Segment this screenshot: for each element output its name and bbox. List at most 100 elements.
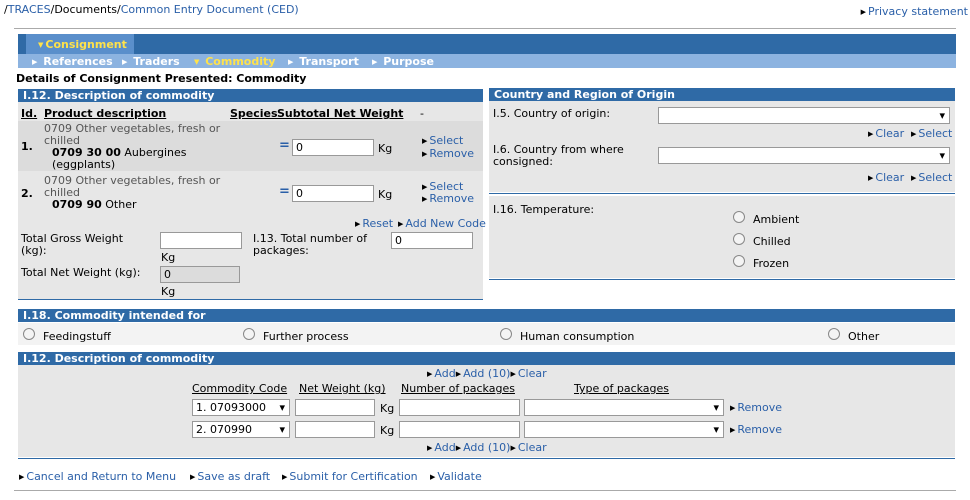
radio-chilled[interactable] bbox=[733, 233, 745, 245]
add-link[interactable]: Add bbox=[434, 441, 455, 454]
select-label[interactable]: Select bbox=[429, 134, 463, 147]
nav-sub-bar: ▶ References ▶ Traders ▼ Commodity ▶ Tra… bbox=[18, 54, 956, 68]
net-weight-label: Total Net Weight (kg): bbox=[21, 266, 141, 279]
select-link[interactable]: ▶ Select bbox=[911, 127, 952, 140]
type-of-packages-select[interactable] bbox=[524, 421, 724, 438]
number-of-packages-input[interactable] bbox=[399, 421, 520, 438]
row-number: 2. bbox=[21, 187, 33, 200]
arrow-down-icon: ▼ bbox=[38, 41, 44, 49]
net-weight-input[interactable] bbox=[295, 399, 375, 416]
tab-label: Purpose bbox=[383, 55, 434, 68]
arrow-right-icon: ▶ bbox=[422, 183, 428, 191]
unit-label: Kg bbox=[161, 251, 176, 264]
remove-link[interactable]: ▶ Remove bbox=[730, 401, 782, 414]
commodity-code-select[interactable]: 2. 070990 bbox=[192, 421, 290, 438]
origin-header: Country and Region of Origin bbox=[489, 88, 955, 101]
remove-link[interactable]: ▶ Remove bbox=[730, 423, 782, 436]
select-label[interactable]: Select bbox=[918, 127, 952, 140]
radio-further-process[interactable] bbox=[243, 328, 255, 340]
divider bbox=[18, 299, 483, 300]
remove-link[interactable]: ▶ Remove bbox=[422, 147, 474, 160]
clear-link[interactable]: ▶ Clear bbox=[868, 127, 904, 140]
gross-weight-input[interactable] bbox=[160, 232, 242, 249]
tab-purpose[interactable]: ▶ Purpose bbox=[372, 55, 434, 68]
clear-link[interactable]: ▶ Clear bbox=[868, 171, 904, 184]
arrow-right-icon: ▶ bbox=[190, 473, 196, 481]
tab-consignment[interactable]: ▼ Consignment bbox=[26, 34, 134, 54]
equals-icon: = bbox=[279, 138, 290, 153]
divider bbox=[14, 490, 956, 491]
col-product-description[interactable]: Product description bbox=[44, 107, 166, 120]
net-weight-field: 0 bbox=[160, 266, 240, 283]
arrow-right-icon: ▶ bbox=[32, 58, 38, 66]
arrow-right-icon: ▶ bbox=[868, 174, 874, 182]
col-net-weight: Net Weight (kg) bbox=[299, 382, 386, 395]
cancel-return-label[interactable]: Cancel and Return to Menu bbox=[26, 470, 176, 483]
add-new-code-link[interactable]: ▶ Add New Code bbox=[398, 217, 486, 230]
radio-other[interactable] bbox=[828, 328, 840, 340]
remove-label[interactable]: Remove bbox=[429, 192, 474, 205]
tab-traders[interactable]: ▶ Traders bbox=[122, 55, 180, 68]
save-draft-label[interactable]: Save as draft bbox=[197, 470, 270, 483]
radio-ambient[interactable] bbox=[733, 211, 745, 223]
clear-link[interactable]: Clear bbox=[518, 367, 547, 380]
col-species[interactable]: Species bbox=[230, 107, 278, 120]
tab-consignment-label: Consignment bbox=[45, 38, 127, 51]
breadcrumb-ced-link[interactable]: Common Entry Document (CED) bbox=[121, 3, 299, 16]
select-link[interactable]: ▶ Select bbox=[422, 134, 463, 147]
number-of-packages-input[interactable] bbox=[399, 399, 520, 416]
radio-label: Other bbox=[848, 330, 880, 343]
select-link[interactable]: ▶ Select bbox=[911, 171, 952, 184]
remove-link[interactable]: ▶ Remove bbox=[422, 192, 474, 205]
remove-label[interactable]: Remove bbox=[737, 423, 782, 436]
submit-certification-label[interactable]: Submit for Certification bbox=[289, 470, 417, 483]
save-draft-link[interactable]: ▶ Save as draft bbox=[190, 470, 270, 483]
validate-link[interactable]: ▶ Validate bbox=[430, 470, 482, 483]
breadcrumb-traces-link[interactable]: TRACES bbox=[8, 3, 51, 16]
submit-certification-link[interactable]: ▶ Submit for Certification bbox=[282, 470, 418, 483]
cancel-return-link[interactable]: ▶ Cancel and Return to Menu bbox=[19, 470, 176, 483]
privacy-statement-link[interactable]: ▶ Privacy statement bbox=[861, 5, 968, 18]
tab-commodity[interactable]: ▼ Commodity bbox=[194, 55, 275, 68]
country-consigned-select[interactable] bbox=[658, 147, 950, 164]
unit-label: Kg bbox=[380, 402, 395, 415]
col-number-of-packages: Number of packages bbox=[401, 382, 515, 395]
col-subtotal-net-weight[interactable]: Subtotal Net Weight bbox=[277, 107, 403, 120]
select-label[interactable]: Select bbox=[918, 171, 952, 184]
arrow-right-icon: ▶ bbox=[355, 220, 361, 228]
reset-link[interactable]: ▶ Reset bbox=[355, 217, 393, 230]
add-new-code-label[interactable]: Add New Code bbox=[405, 217, 485, 230]
country-consigned-label: I.6. Country from where consigned: bbox=[493, 143, 624, 168]
gross-weight-label: Total Gross Weight (kg): bbox=[21, 232, 124, 257]
arrow-right-icon: ▶ bbox=[510, 370, 516, 378]
clear-label[interactable]: Clear bbox=[875, 127, 904, 140]
tab-references[interactable]: ▶ References bbox=[32, 55, 113, 68]
net-weight-input[interactable] bbox=[295, 421, 375, 438]
arrow-right-icon: ▶ bbox=[288, 58, 294, 66]
remove-label[interactable]: Remove bbox=[429, 147, 474, 160]
validate-label[interactable]: Validate bbox=[437, 470, 481, 483]
remove-label[interactable]: Remove bbox=[737, 401, 782, 414]
clear-label[interactable]: Clear bbox=[875, 171, 904, 184]
radio-human-consumption[interactable] bbox=[500, 328, 512, 340]
add-link[interactable]: Add bbox=[434, 367, 455, 380]
country-of-origin-select[interactable] bbox=[658, 107, 950, 124]
subtotal-weight-input[interactable]: 0 bbox=[292, 185, 374, 202]
clear-link[interactable]: Clear bbox=[518, 441, 547, 454]
type-of-packages-select[interactable] bbox=[524, 399, 724, 416]
add-10-link[interactable]: Add (10) bbox=[463, 367, 510, 380]
add-10-link[interactable]: Add (10) bbox=[463, 441, 510, 454]
radio-feedingstuff[interactable] bbox=[23, 328, 35, 340]
product-detail: 0709 90 Other bbox=[52, 198, 137, 211]
unit-label: Kg bbox=[378, 188, 393, 201]
arrow-right-icon: ▶ bbox=[455, 444, 462, 452]
breadcrumb-documents: Documents bbox=[54, 3, 118, 16]
commodity-code-select[interactable]: 1. 07093000 bbox=[192, 399, 290, 416]
privacy-label[interactable]: Privacy statement bbox=[868, 5, 968, 18]
reset-label[interactable]: Reset bbox=[362, 217, 393, 230]
packages-input[interactable]: 0 bbox=[391, 232, 473, 249]
unit-label: Kg bbox=[378, 142, 393, 155]
subtotal-weight-input[interactable]: 0 bbox=[292, 139, 374, 156]
radio-frozen[interactable] bbox=[733, 255, 745, 267]
tab-transport[interactable]: ▶ Transport bbox=[288, 55, 359, 68]
